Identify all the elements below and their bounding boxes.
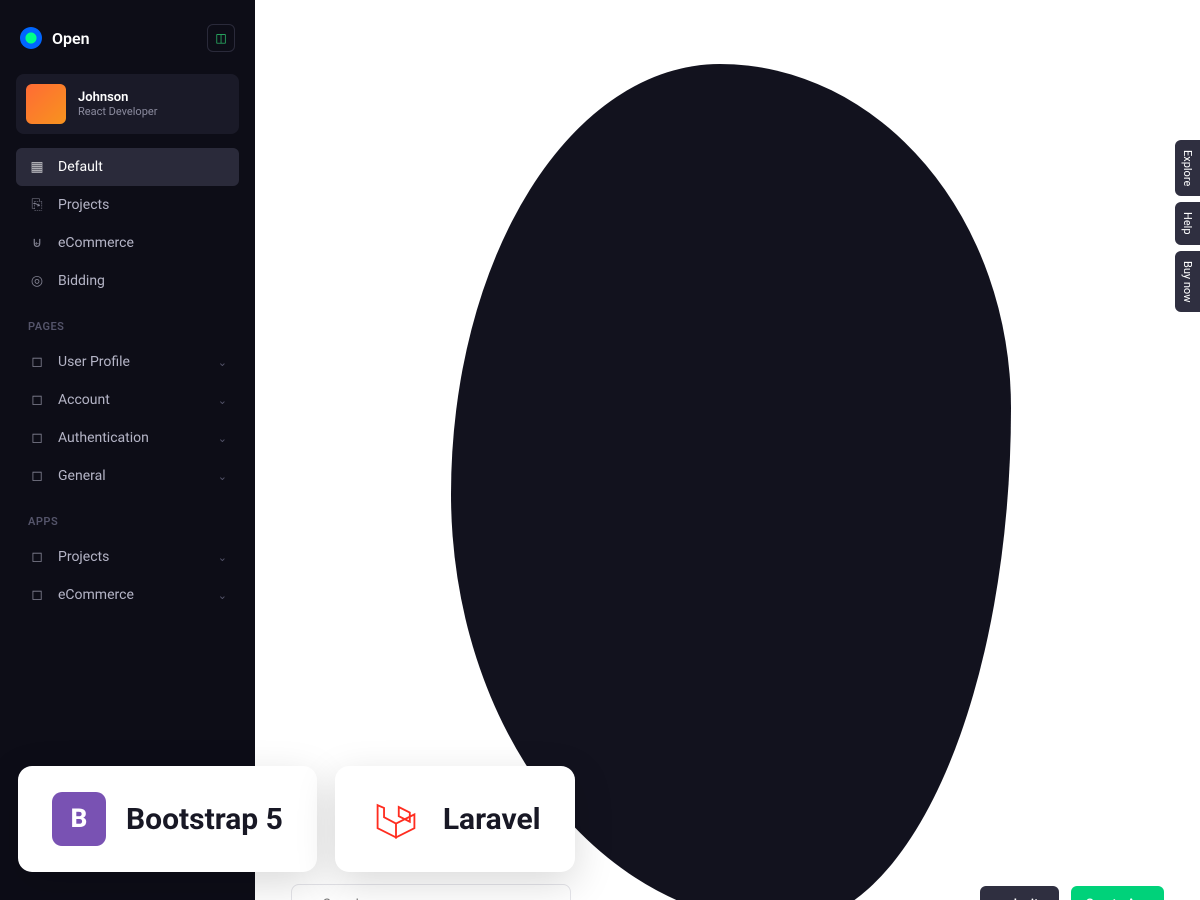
page-icon: ◻ [28,467,46,485]
chevron-down-icon: ⌄ [218,470,227,483]
page-icon: ◻ [28,391,46,409]
user-name: Johnson [78,90,157,105]
section-pages-label: PAGES [16,306,239,337]
search-field[interactable] [323,897,556,900]
sidebar: Open ◫ Johnson React Developer ▦ Default… [0,0,255,900]
plus-icon: ＋ [994,895,1007,900]
grid-icon: ▦ [28,158,46,176]
chevron-down-icon: ⌄ [218,589,227,602]
user-card[interactable]: Johnson React Developer [16,74,239,134]
chevron-down-icon: ⌄ [218,394,227,407]
sidebar-chart-icon[interactable]: ◫ [207,24,235,52]
main-content: ⌕ ＋ Invite Create App Account ⌂ › Accoun… [255,0,1200,900]
brand-name: Open [52,29,90,48]
bag-icon: ⊌ [28,234,46,252]
invite-button[interactable]: ＋ Invite [980,886,1059,900]
page-icon: ◻ [28,429,46,447]
side-tab-explore[interactable]: Explore [1175,140,1200,196]
logo-icon [20,27,42,49]
nav-item-projects[interactable]: ◻ Projects ⌄ [16,538,239,576]
tech-card-laravel: Laravel [335,766,575,872]
avatar [26,84,66,124]
page-icon: ◻ [28,548,46,566]
clipboard-icon: ⎘ [28,196,46,214]
search-icon: ⌕ [306,894,315,900]
page-icon: ◻ [28,586,46,604]
nav-item-account[interactable]: ◻ Account ⌄ [16,381,239,419]
tech-name: Laravel [443,802,541,837]
nav-item-user profile[interactable]: ◻ User Profile ⌄ [16,343,239,381]
tech-card-bootstrap: B Bootstrap 5 [18,766,317,872]
nav-item-authentication[interactable]: ◻ Authentication ⌄ [16,419,239,457]
section-apps-label: APPS [16,501,239,532]
nav-item-bidding[interactable]: ◎ Bidding [16,262,239,300]
create-app-button[interactable]: Create App [1071,886,1164,900]
side-tab-help[interactable]: Help [1175,202,1200,245]
nav-item-default[interactable]: ▦ Default [16,148,239,186]
bootstrap-icon: B [52,792,106,846]
search-input[interactable]: ⌕ [291,884,571,900]
target-icon: ◎ [28,272,46,290]
nav-item-ecommerce[interactable]: ◻ eCommerce ⌄ [16,576,239,614]
chevron-down-icon: ⌄ [218,356,227,369]
tech-name: Bootstrap 5 [126,802,283,837]
nav-item-projects[interactable]: ⎘ Projects [16,186,239,224]
page-icon: ◻ [28,353,46,371]
nav-item-ecommerce[interactable]: ⊌ eCommerce [16,224,239,262]
laravel-icon [369,792,423,846]
nav-item-general[interactable]: ◻ General ⌄ [16,457,239,495]
side-tab-buy now[interactable]: Buy now [1175,251,1200,312]
chevron-down-icon: ⌄ [218,551,227,564]
brand-logo[interactable]: Open [20,27,90,49]
chevron-down-icon: ⌄ [218,432,227,445]
user-role: React Developer [78,105,157,118]
